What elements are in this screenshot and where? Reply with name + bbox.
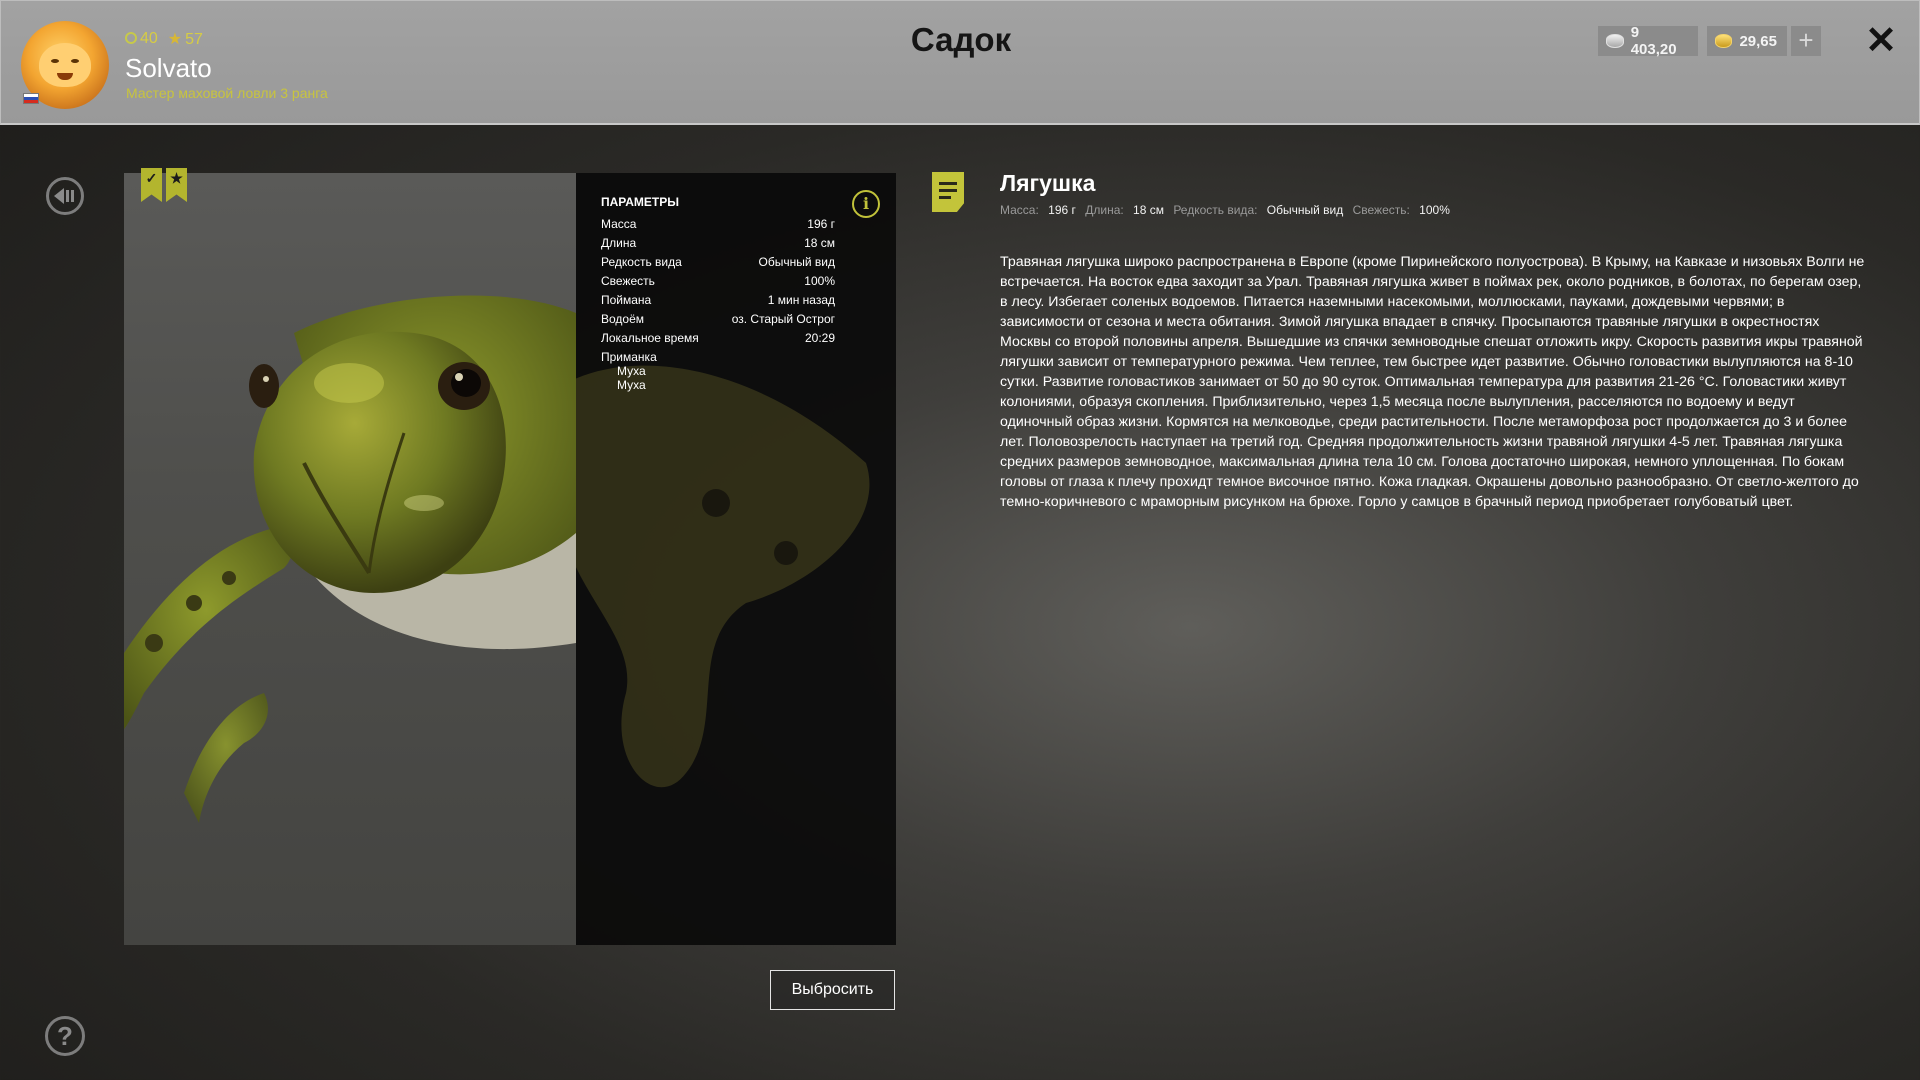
frog-image [124,295,576,823]
param-value: оз. Старый Острог [731,312,835,326]
summary-item-rarity: Редкость вида: Обычный вид [1173,203,1343,217]
summary-item-mass: Масса: 196 г [1000,203,1076,217]
param-value: 1 мин назад [767,293,835,307]
flag-russia-icon [23,93,39,104]
bookmarks: ✓ ★ [141,168,187,202]
silver-balance: 9 403,20 [1598,24,1698,58]
frog-body-shadow [576,365,870,788]
back-button[interactable] [46,177,84,215]
bait-label: Приманка [601,350,657,364]
summary-value: 18 см [1133,203,1164,217]
silver-coin-icon [1606,34,1624,48]
param-row-rarity: Редкость вида Обычный вид [601,255,835,269]
param-label: Длина [601,236,637,250]
param-label: Свежесть [601,274,655,288]
avatar-eye [71,59,79,63]
close-icon: ✕ [1865,20,1897,62]
param-row-length: Длина 18 см [601,236,835,250]
summary-label: Масса: [1000,203,1039,217]
param-label: Масса [601,217,637,231]
player-rank: Мастер маховой ловли 3 ранга [126,85,328,101]
gold-balance: 29,65 [1707,26,1787,56]
gold-value: 29,65 [1739,32,1777,50]
parameters-title: ПАРАМЕТРЫ [601,195,679,209]
silver-value: 9 403,20 [1630,24,1677,58]
fish-description: Травяная лягушка широко распространена в… [1000,254,1865,510]
help-button[interactable]: ? [45,1016,85,1056]
bait-item: Муха [617,378,646,392]
param-row-bait: Приманка [601,350,835,364]
param-value: Обычный вид [758,255,835,269]
document-icon [932,172,964,212]
param-value: 196 г [807,217,835,231]
param-row-local-time: Локальное время 20:29 [601,331,835,345]
param-row-waterbody: Водоём оз. Старый Острог [601,312,835,326]
param-value: 18 см [804,236,835,250]
fish-name: Лягушка [1000,170,1096,196]
discard-button[interactable]: Выбросить [770,970,895,1010]
parameters-panel: ПАРАМЕТРЫ i Масса 196 г Длина 18 см Редк… [576,173,896,945]
help-icon: ? [57,1021,73,1051]
fish-3d-view[interactable] [124,173,576,945]
summary-value: 196 г [1048,203,1076,217]
summary-item-freshness: Свежесть: 100% [1353,203,1450,217]
summary-item-length: Длина: 18 см [1085,203,1164,217]
bookmark-check-icon[interactable]: ✓ [141,168,162,202]
fish-summary: Масса: 196 г Длина: 18 см Редкость вида:… [1000,203,1456,217]
summary-value: 100% [1419,203,1450,217]
summary-label: Редкость вида: [1173,203,1258,217]
param-label: Поймана [601,293,652,307]
add-currency-button[interactable]: + [1791,26,1821,56]
bait-item: Муха [617,364,646,378]
param-row-freshness: Свежесть 100% [601,274,835,288]
plus-icon: + [1798,25,1814,55]
bookmark-star-icon[interactable]: ★ [166,168,187,202]
param-label: Водоём [601,312,645,326]
top-bar: 40 ★ 57 Solvato Мастер маховой ловли 3 ра… [0,0,1920,125]
summary-value: Обычный вид [1266,203,1344,217]
close-button[interactable]: ✕ [1863,21,1899,61]
back-icon [54,188,74,204]
avatar-eye [51,59,59,63]
param-row-mass: Масса 196 г [601,217,835,231]
param-row-caught: Поймана 1 мин назад [601,293,835,307]
param-value: 100% [804,274,835,288]
param-label: Локальное время [601,331,699,345]
info-icon[interactable]: i [852,190,880,218]
summary-label: Свежесть: [1352,203,1410,217]
param-label: Редкость вида [601,255,682,269]
gold-coin-icon [1715,34,1733,48]
param-value: 20:29 [804,331,835,345]
summary-label: Длина: [1085,203,1124,217]
